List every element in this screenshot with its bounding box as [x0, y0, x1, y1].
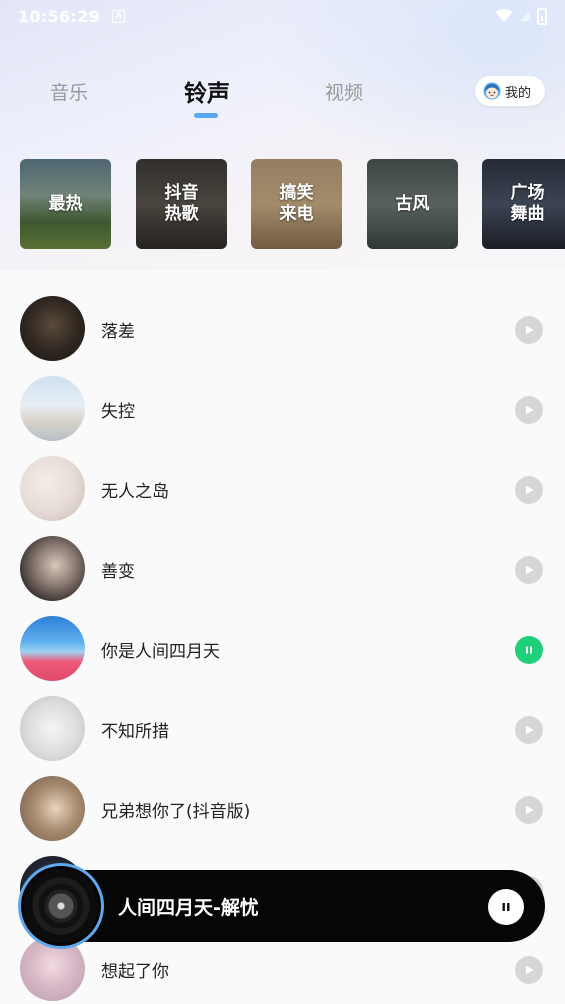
song-cover	[20, 296, 85, 361]
tab-ringtone[interactable]: 铃声	[184, 74, 230, 108]
play-button[interactable]	[515, 476, 543, 504]
song-row[interactable]: 兄弟想你了(抖音版)	[0, 768, 565, 848]
notification-icon: A	[112, 9, 125, 23]
song-title: 善变	[101, 562, 135, 582]
category-label: 广场 舞曲	[510, 183, 545, 224]
play-button[interactable]	[515, 316, 543, 344]
status-icons	[495, 7, 547, 25]
category-label: 搞笑 来电	[279, 183, 314, 224]
play-button[interactable]	[515, 956, 543, 984]
category-square-dance[interactable]: 广场 舞曲	[482, 159, 565, 249]
song-title: 失控	[101, 402, 135, 422]
song-cover	[20, 456, 85, 521]
song-row[interactable]: 你是人间四月天	[0, 608, 565, 688]
play-button[interactable]	[515, 556, 543, 584]
song-cover	[20, 616, 85, 681]
category-hottest[interactable]: 最热	[20, 159, 111, 249]
play-button[interactable]	[515, 796, 543, 824]
battery-icon	[537, 7, 547, 25]
play-icon	[526, 725, 534, 735]
song-row[interactable]: 无人之岛	[0, 448, 565, 528]
play-icon	[526, 485, 534, 495]
play-icon	[526, 565, 534, 575]
status-time: 10:56:29	[18, 6, 100, 26]
song-row[interactable]: 落差	[0, 288, 565, 368]
song-cover	[20, 696, 85, 761]
play-icon	[526, 325, 534, 335]
song-row[interactable]: 失控	[0, 368, 565, 448]
category-strip: 最热 抖音 热歌 搞笑 来电 古风 广场 舞曲	[20, 159, 565, 249]
song-cover	[20, 776, 85, 841]
song-row[interactable]: 善变	[0, 528, 565, 608]
mine-button[interactable]: 我的	[475, 76, 545, 106]
header-background	[0, 0, 565, 300]
now-playing-title: 人间四月天-解忧	[118, 897, 258, 919]
mine-label: 我的	[505, 85, 532, 101]
pause-button[interactable]	[515, 636, 543, 664]
play-button[interactable]	[515, 716, 543, 744]
song-title: 兄弟想你了(抖音版)	[101, 802, 251, 822]
kid-face-icon	[483, 82, 501, 100]
signal-icon	[520, 11, 530, 21]
play-icon	[526, 405, 534, 415]
song-title: 你是人间四月天	[101, 642, 220, 662]
pause-icon	[502, 903, 510, 911]
song-title: 落差	[101, 322, 135, 342]
song-title: 想起了你	[101, 962, 169, 982]
category-label: 抖音 热歌	[164, 183, 199, 224]
play-button[interactable]	[515, 396, 543, 424]
pause-icon	[526, 646, 532, 654]
song-title: 无人之岛	[101, 482, 169, 502]
play-icon	[526, 965, 534, 975]
wifi-icon	[495, 9, 513, 22]
tab-video[interactable]: 视频	[325, 78, 363, 105]
player-pause-button[interactable]	[488, 889, 524, 925]
song-title: 不知所措	[101, 722, 169, 742]
category-funny-calls[interactable]: 搞笑 来电	[251, 159, 342, 249]
song-row[interactable]: 不知所措	[0, 688, 565, 768]
category-label: 最热	[48, 193, 83, 214]
category-ancient-style[interactable]: 古风	[367, 159, 458, 249]
tab-music[interactable]: 音乐	[50, 78, 88, 105]
status-bar: 10:56:29 A	[0, 0, 565, 32]
play-icon	[526, 805, 534, 815]
category-label: 古风	[395, 193, 430, 214]
tab-active-indicator	[194, 113, 218, 118]
song-cover	[20, 376, 85, 441]
song-cover	[20, 536, 85, 601]
vinyl-disc-icon[interactable]	[24, 869, 98, 943]
category-douyin-hits[interactable]: 抖音 热歌	[136, 159, 227, 249]
